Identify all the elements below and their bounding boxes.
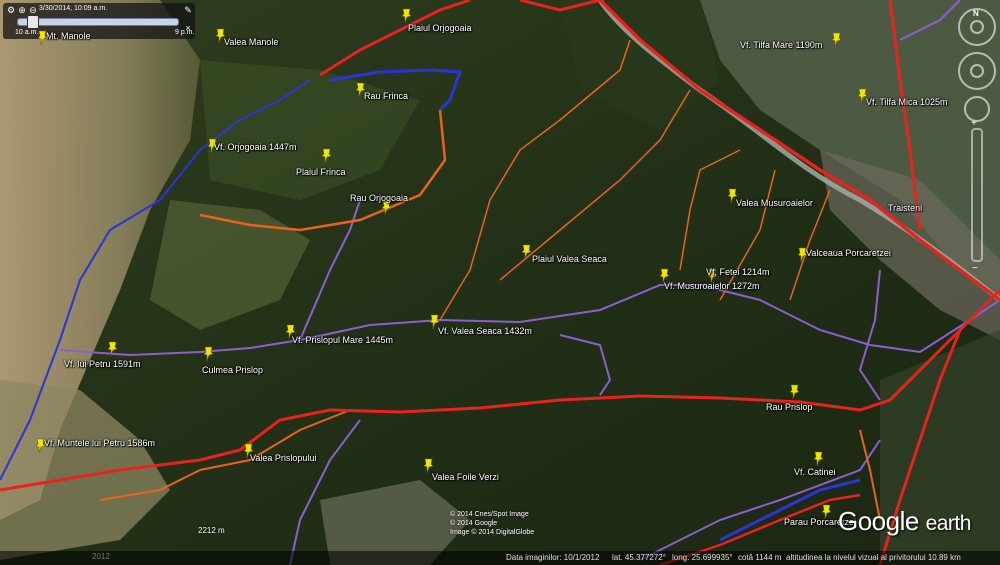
copyright-line: © 2014 Cnes/Spot Image [450,511,529,518]
placemark-label-plaiul-orjogoaia[interactable]: Plaiul Orjogoaia [408,23,472,33]
placemark-pin-icon[interactable] [831,32,843,48]
placemark-label-rau-orjogoaia[interactable]: Rau Orjogoaia [350,193,408,203]
wrench-icon[interactable]: ✎ [183,5,193,15]
placemark-label-mt-manole[interactable]: Mt. Manole [46,31,91,41]
zoom-slider[interactable]: + − [971,118,983,274]
placemark-label-vf-tilfa-mare[interactable]: Vf. Tilfa Mare 1190m [740,40,822,50]
time-slider-settings-icon[interactable]: ⚙ [6,5,16,15]
placemark-pin-icon[interactable] [789,384,801,400]
placemark-label-valea-musuroaielor[interactable]: Valea Musuroaielor [736,198,813,208]
elevation-readout: cotă 1144 m [738,553,782,562]
placemark-pin-icon[interactable] [203,346,215,362]
street-view-pegman-icon[interactable] [964,96,990,122]
zoom-out-time-icon[interactable]: ⊖ [28,5,38,15]
time-slider-end: 9 p.m. [175,29,195,36]
eye-altitude-readout: altitudinea la nivelul vizual al privito… [786,553,961,562]
placemark-label-vf-lui-petru[interactable]: Vf. lui Petru 1591m [64,359,141,369]
time-slider-track[interactable] [17,18,179,26]
longitude-readout: long. 25.699935° [672,553,733,562]
latitude-readout: lat. 45.377272° [612,553,666,562]
copyright-line: © 2014 Google [450,520,498,527]
placemark-label-traisteni[interactable]: Traisteni [888,203,922,213]
placemark-label-vf-fetei[interactable]: Vf. Fetei 1214m [706,267,770,277]
time-slider-start: 10 a.m. [15,29,39,36]
placemark-label-valea-manole[interactable]: Valea Manole [224,37,278,47]
placemark-pin-icon[interactable] [401,8,413,24]
zoom-in-time-icon[interactable]: ⊕ [17,5,27,15]
placemark-pin-icon[interactable] [813,451,825,467]
time-slider-panel: ⚙ ⊕ ⊖ 3/30/2014, 10:09 a.m. ✎ × 10 a.m. … [3,3,195,39]
placemark-label-rau-prislop[interactable]: Rau Prislop [766,402,813,412]
placemark-label-vf-musuroaielor[interactable]: Vf. Musuroaielor 1272m [664,281,760,291]
status-bar: Data imaginilor: 10/1/2012 lat. 45.37727… [0,551,1000,565]
placemark-label-vf-tilfa-mica[interactable]: Vf. Tilfa Mica 1025m [866,97,948,107]
brand-earth: earth [925,512,972,535]
placemark-label-vf-orjogoaia[interactable]: Vf. Orjogoaia 1447m [214,142,297,152]
time-slider-handle[interactable] [26,15,39,29]
google-earth-logo: Google earth [838,506,971,537]
scale-label: 2212 m [198,526,225,535]
zoom-in-icon[interactable]: + [971,118,977,129]
time-slider-date: 3/30/2014, 10:09 a.m. [39,5,108,12]
move-joystick[interactable] [958,52,996,90]
navigation-controls: N + − [958,8,996,274]
copyright-line: Image © 2014 DigitalGlobe [450,529,535,536]
placemark-label-rau-frinca[interactable]: Rau Frinca [364,91,408,101]
placemark-pin-icon[interactable] [107,341,119,357]
map-view[interactable]: ⚙ ⊕ ⊖ 3/30/2014, 10:09 a.m. ✎ × 10 a.m. … [0,0,1000,565]
placemark-label-plaiul-frinca[interactable]: Plaiul Frinca [296,167,346,177]
placemark-label-valea-foile-verzi[interactable]: Valea Foile Verzi [432,472,499,482]
look-compass[interactable]: N [958,8,996,46]
imagery-date: Data imaginilor: 10/1/2012 [506,553,600,562]
placemark-label-vf-catinei[interactable]: Vf. Catinei [794,467,836,477]
imagery-copyright: © 2014 Cnes/Spot Image © 2014 Google Ima… [450,510,534,537]
placemark-label-culmea-prislop[interactable]: Culmea Prislop [202,365,263,375]
placemark-label-vf-valea-seaca[interactable]: Vf. Valea Seaca 1432m [438,326,532,336]
placemark-label-plaiul-valea-seaca[interactable]: Plaiul Valea Seaca [532,254,607,264]
zoom-out-icon[interactable]: − [972,263,978,274]
placemark-label-valceaua-porcaretzei[interactable]: Valceaua Porcaretzei [806,248,891,258]
placemark-pin-icon[interactable] [321,148,333,164]
placemark-label-vf-muntele-lui-petru[interactable]: Vf. Muntele lui Petru 1586m [44,438,155,448]
placemark-label-valea-prislopului[interactable]: Valea Prislopului [250,453,316,463]
satellite-terrain[interactable] [0,0,1000,565]
placemark-label-vf-prislopul-mare[interactable]: Vf. Prislopul Mare 1445m [292,335,393,345]
brand-google: Google [838,506,919,536]
